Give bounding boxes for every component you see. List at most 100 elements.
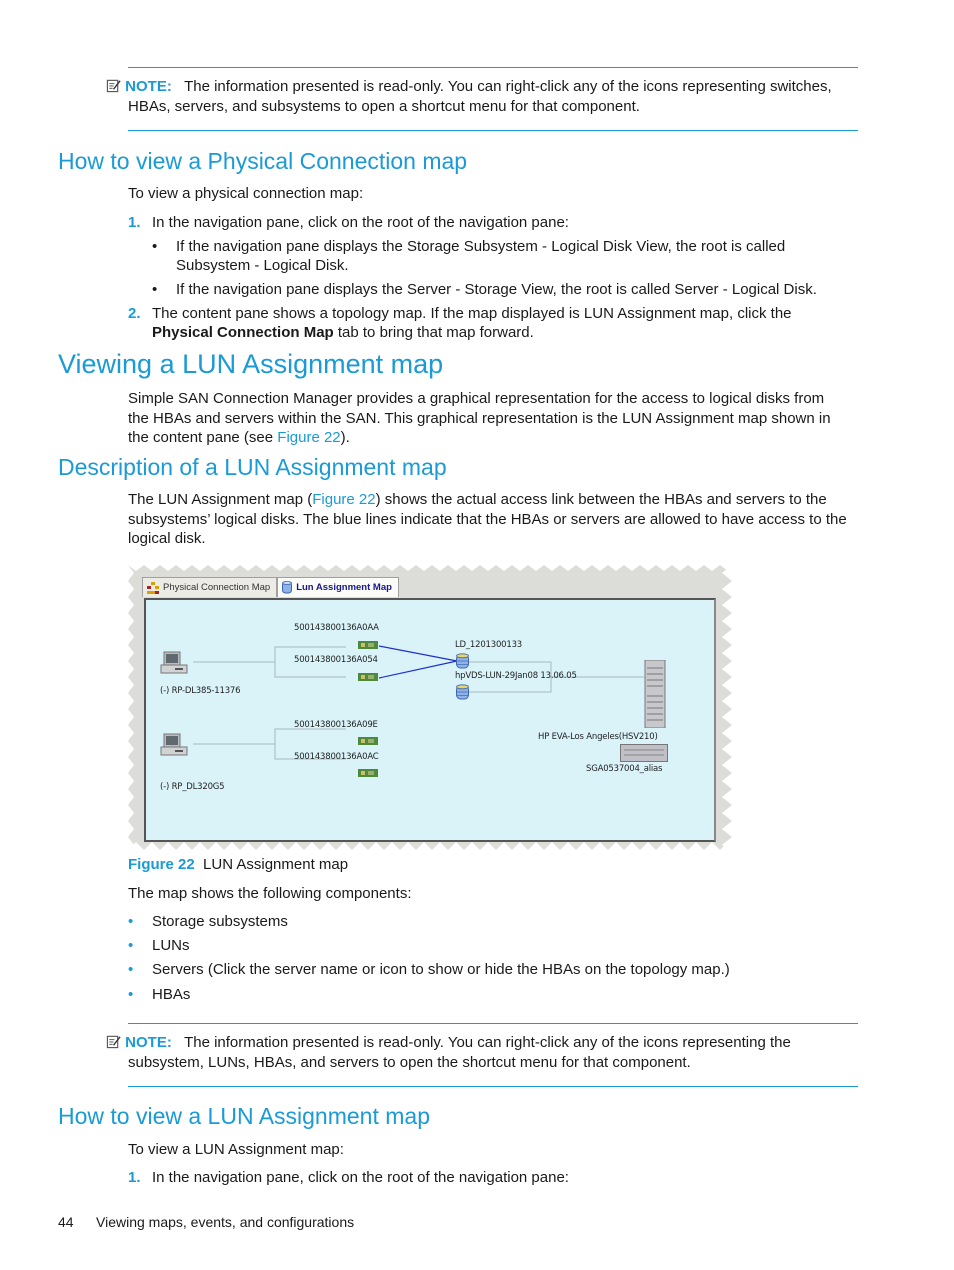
note-label: NOTE: (125, 78, 172, 95)
server-label[interactable]: (-) RP_DL320G5 (160, 782, 225, 792)
list-item: • HBAs (128, 985, 190, 1009)
server-label[interactable]: (-) RP-DL385-11376 (160, 686, 241, 696)
torn-edge-tooth (176, 565, 192, 571)
bullet-text: If the navigation pane displays the Serv… (176, 281, 817, 298)
torn-edge-tooth (704, 842, 720, 850)
step-text: The content pane shows a topology map. I… (152, 305, 792, 322)
server-icon[interactable] (160, 650, 188, 678)
map-canvas: (-) RP-DL385-11376 (-) RP_DL320G5 500143… (144, 598, 716, 842)
section-heading-description: Description of a LUN Assignment map (58, 454, 447, 480)
viewing-paragraph: Simple SAN Connection Manager provides a… (128, 389, 831, 448)
torn-edge-tooth (722, 693, 732, 709)
torn-edge-tooth (160, 842, 176, 850)
torn-edge-tooth (128, 677, 134, 693)
note-bottom-rule (128, 130, 858, 131)
map-links (193, 645, 644, 760)
physical-intro: To view a physical connection map: (128, 185, 364, 202)
torn-edge-tooth (640, 842, 656, 850)
topology-icon (147, 581, 159, 594)
lun-disk-icon[interactable] (456, 653, 469, 670)
hba-label[interactable]: 500143800136A0AA (294, 623, 379, 633)
step-number: 2. (128, 305, 141, 322)
storage-enclosure-icon[interactable] (620, 744, 668, 762)
torn-edge-tooth (192, 842, 208, 850)
bullet-text-cont: Subsystem - Logical Disk. (176, 257, 349, 274)
torn-edge-tooth (352, 565, 368, 571)
torn-edge-tooth (624, 842, 640, 850)
torn-edge-tooth (128, 821, 134, 837)
torn-edge-tooth (656, 565, 672, 571)
paragraph-text: ). (340, 429, 350, 446)
torn-edge-tooth (592, 565, 608, 571)
torn-edge-tooth (432, 842, 448, 850)
torn-edge-tooth (320, 842, 336, 850)
subsystem-label[interactable]: HP EVA-Los Angeles(HSV210) (538, 732, 658, 742)
torn-edge-tooth (272, 565, 288, 571)
figure-22-link[interactable]: Figure 22 (312, 491, 375, 508)
torn-edge-tooth (464, 842, 480, 850)
torn-edge-tooth (288, 842, 304, 850)
map-tabstrip: Physical Connection Map Lun Assignment M… (142, 577, 399, 597)
hba-card-icon[interactable] (358, 768, 378, 778)
lun-label[interactable]: LD_1201300133 (455, 640, 522, 650)
paragraph-line: logical disk. (128, 530, 206, 547)
step-1-bullet-1: • If the navigation pane displays the St… (152, 237, 785, 274)
tab-label: Physical Connection Map (163, 582, 271, 593)
lun-disk-icon[interactable] (456, 684, 469, 701)
hba-card-icon[interactable] (358, 672, 378, 682)
torn-edge-tooth (128, 693, 134, 709)
torn-edge-tooth (576, 565, 592, 571)
step-1-bullet-2: • If the navigation pane displays the Se… (152, 280, 817, 300)
list-item: • Storage subsystems (128, 912, 288, 936)
server-icon[interactable] (160, 732, 188, 760)
torn-edge-tooth (384, 565, 400, 571)
torn-edge-tooth (544, 565, 560, 571)
torn-edge-tooth (384, 842, 400, 850)
torn-edge-tooth (448, 842, 464, 850)
torn-edge-tooth (722, 629, 732, 645)
tab-physical-connection-map[interactable]: Physical Connection Map (142, 577, 278, 597)
torn-edge-tooth (448, 565, 464, 571)
torn-edge-tooth (144, 565, 160, 571)
torn-edge-tooth (256, 842, 272, 850)
hba-card-icon[interactable] (358, 736, 378, 746)
hba-label[interactable]: 500143800136A0AC (294, 752, 379, 762)
note-text-cont: subsystem, LUNs, HBAs, and servers to op… (128, 1053, 691, 1071)
figure-22-link[interactable]: Figure 22 (277, 429, 340, 446)
note-top-rule (128, 1023, 858, 1024)
step-number: 1. (128, 214, 141, 231)
note-text-cont: HBAs, servers, and subsystems to open a … (128, 97, 640, 115)
paragraph-line: the HBAs and servers within the SAN. Thi… (128, 409, 831, 427)
torn-edge-tooth (320, 565, 336, 571)
subsystem-alias-label[interactable]: SGA0537004_alias (586, 764, 662, 774)
database-icon (282, 581, 293, 594)
torn-edge-tooth (368, 565, 384, 571)
torn-edge-tooth (128, 741, 134, 757)
torn-edge-tooth (722, 661, 732, 677)
storage-rack-icon[interactable] (644, 660, 666, 728)
torn-edge-tooth (672, 565, 688, 571)
tab-name-bold: Physical Connection Map (152, 324, 334, 341)
hba-card-icon[interactable] (358, 640, 378, 650)
figure-caption: Figure 22 LUN Assignment map (128, 855, 348, 875)
section-heading-physical: How to view a Physical Connection map (58, 148, 468, 174)
torn-edge-tooth (480, 565, 496, 571)
paragraph-line: subsystems’ logical disks. The blue line… (128, 510, 847, 528)
hba-label[interactable]: 500143800136A054 (294, 655, 378, 665)
hba-label[interactable]: 500143800136A09E (294, 720, 378, 730)
torn-edge-tooth (128, 613, 134, 629)
paragraph-text: the content pane (see (128, 429, 278, 446)
paragraph-text: ) shows the actual access link between t… (375, 491, 827, 508)
torn-edge-tooth (416, 842, 432, 850)
torn-edge-tooth (672, 842, 688, 850)
torn-edge-tooth (160, 565, 176, 571)
lun-label[interactable]: hpVDS-LUN-29Jan08 13.06.05 (455, 671, 577, 681)
note-top-rule (128, 67, 858, 68)
torn-edge-tooth (128, 581, 134, 597)
torn-edge-tooth (722, 613, 732, 629)
howlun-intro: To view a LUN Assignment map: (128, 1141, 344, 1158)
bullet-icon: • (128, 986, 134, 1003)
torn-edge-tooth (624, 565, 640, 571)
tab-lun-assignment-map[interactable]: Lun Assignment Map (277, 577, 399, 597)
step-text: In the navigation pane, click on the roo… (152, 214, 569, 231)
